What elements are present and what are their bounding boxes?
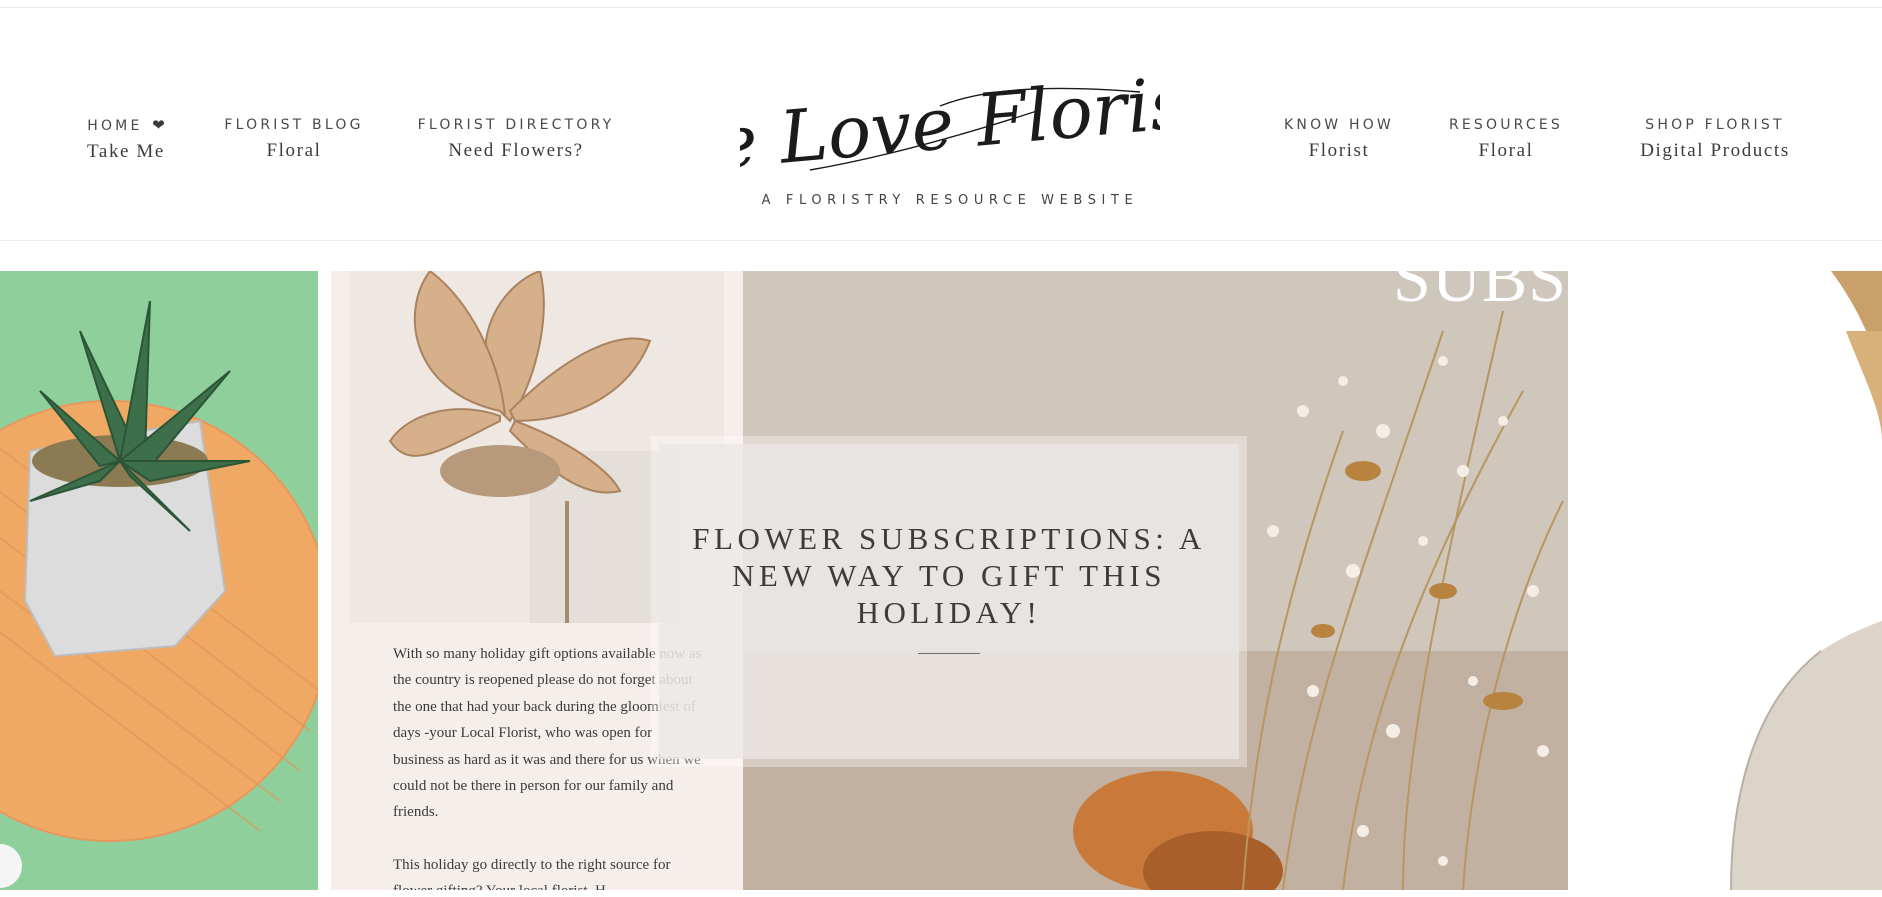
excerpt-paragraph-1: With so many holiday gift options availa…: [393, 646, 702, 821]
nav-florist-directory-top: FLORIST DIRECTORY: [417, 117, 615, 133]
title-divider: [918, 653, 980, 654]
nav-resources-top: RESOURCES: [1448, 117, 1564, 133]
slide-portrait[interactable]: [1581, 271, 1882, 890]
nav-home-bottom: Take Me: [87, 141, 165, 162]
logo-tagline: A FLORISTRY RESOURCE WEBSITE: [761, 193, 1139, 208]
image-heading-text: SUBSCRIPTIONS: [1393, 271, 1568, 316]
post-excerpt: With so many holiday gift options availa…: [393, 641, 703, 890]
nav-florist-blog-bottom: Floral: [266, 140, 322, 161]
logo-script-text: We Love Florists: [740, 55, 1160, 190]
nav-florist-blog-top: FLORIST BLOG: [224, 117, 364, 133]
logo-script-icon: We Love Florists: [740, 55, 1160, 190]
nav-shop-florist-bottom: Digital Products: [1640, 140, 1790, 161]
featured-post-slider[interactable]: SUBSCRIPTIONS With so many holiday gift …: [0, 271, 1882, 890]
nav-know-how-bottom: Florist: [1308, 140, 1370, 161]
nav-know-how-top: KNOW HOW: [1284, 117, 1394, 133]
top-border: [0, 7, 1882, 8]
nav-item-resources[interactable]: RESOURCES Floral: [1436, 116, 1576, 164]
nav-home-top: HOME: [87, 118, 143, 134]
nav-item-home[interactable]: HOME ❤ Take Me: [76, 116, 176, 165]
nav-item-florist-directory[interactable]: FLORIST DIRECTORY Need Flowers?: [406, 116, 626, 164]
nav-florist-directory-bottom: Need Flowers?: [448, 140, 584, 161]
portrait-image: [1581, 271, 1882, 890]
header-divider: [0, 240, 1882, 241]
nav-shop-florist-top: SHOP FLORIST: [1645, 117, 1785, 133]
nav-item-shop-florist[interactable]: SHOP FLORIST Digital Products: [1612, 116, 1818, 164]
excerpt-paragraph-2: This holiday go directly to the right so…: [393, 856, 671, 890]
post-caption-card[interactable]: FLOWER SUBSCRIPTIONS: A NEW WAY TO GIFT …: [659, 444, 1239, 759]
site-logo[interactable]: We Love Florists A FLORISTRY RESOURCE WE…: [740, 40, 1160, 220]
heart-icon: ❤: [152, 116, 165, 134]
slide-succulent[interactable]: [0, 271, 318, 890]
slide-flower-subscriptions[interactable]: SUBSCRIPTIONS With so many holiday gift …: [331, 271, 1568, 890]
succulent-image: [0, 271, 318, 890]
post-title[interactable]: FLOWER SUBSCRIPTIONS: A NEW WAY TO GIFT …: [689, 520, 1209, 631]
nav-resources-bottom: Floral: [1478, 140, 1534, 161]
nav-item-know-how[interactable]: KNOW HOW Florist: [1272, 116, 1406, 164]
nav-item-florist-blog[interactable]: FLORIST BLOG Floral: [214, 116, 374, 164]
